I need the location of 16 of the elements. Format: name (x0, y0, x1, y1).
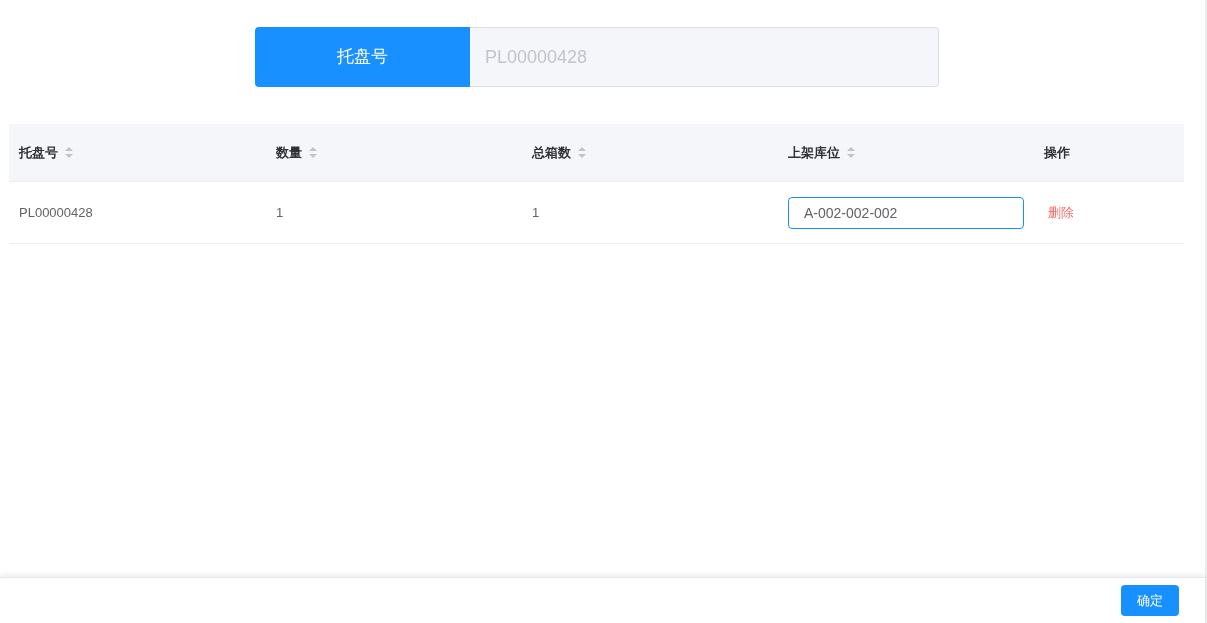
table-cell-text: 1 (276, 203, 284, 222)
delete-link[interactable]: 删除 (1044, 202, 1074, 223)
search-label: 托盘号 (255, 27, 470, 87)
column-header: 操作 (1044, 143, 1070, 162)
sort-icon[interactable] (577, 146, 587, 159)
confirm-button[interactable]: 确定 (1121, 585, 1179, 616)
sort-icon[interactable] (846, 146, 856, 159)
column-header: 数量 (276, 143, 302, 162)
column-header: 上架库位 (788, 143, 840, 162)
table-cell-text: PL00000428 (19, 203, 93, 222)
sort-icon[interactable] (64, 146, 74, 159)
column-header: 总箱数 (532, 143, 571, 162)
table-cell-text: 1 (532, 203, 540, 222)
location-input[interactable]: A-002-002-002 (788, 196, 1024, 229)
sort-icon[interactable] (308, 146, 318, 159)
column-header: 托盘号 (19, 143, 58, 162)
